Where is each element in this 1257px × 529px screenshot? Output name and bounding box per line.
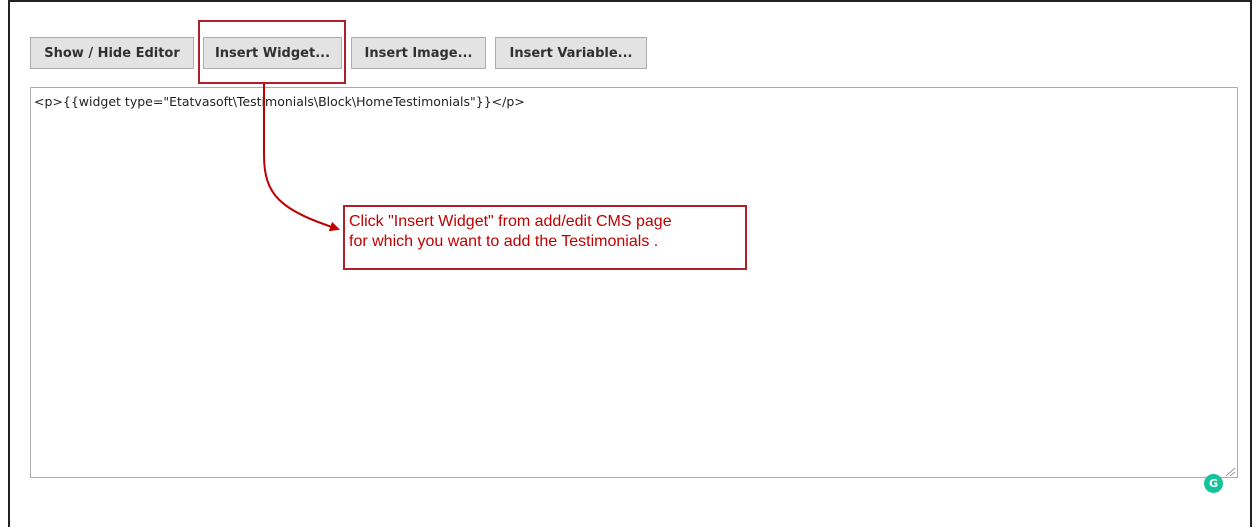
- insert-variable-button[interactable]: Insert Variable...: [495, 37, 647, 69]
- annotation-callout: Click "Insert Widget" from add/edit CMS …: [343, 205, 747, 270]
- editor-content-text: <p>{{widget type="Etatvasoft\Testimonial…: [34, 94, 525, 109]
- grammarly-icon[interactable]: G: [1204, 474, 1223, 493]
- callout-line-2: for which you want to add the Testimonia…: [349, 233, 659, 250]
- resize-handle-icon[interactable]: [1224, 467, 1236, 477]
- callout-line-1: Click "Insert Widget" from add/edit CMS …: [349, 213, 672, 230]
- insert-image-button[interactable]: Insert Image...: [351, 37, 486, 69]
- content-editor-textarea[interactable]: <p>{{widget type="Etatvasoft\Testimonial…: [30, 87, 1238, 478]
- insert-widget-highlight-box: [198, 20, 346, 84]
- show-hide-editor-button[interactable]: Show / Hide Editor: [30, 37, 194, 69]
